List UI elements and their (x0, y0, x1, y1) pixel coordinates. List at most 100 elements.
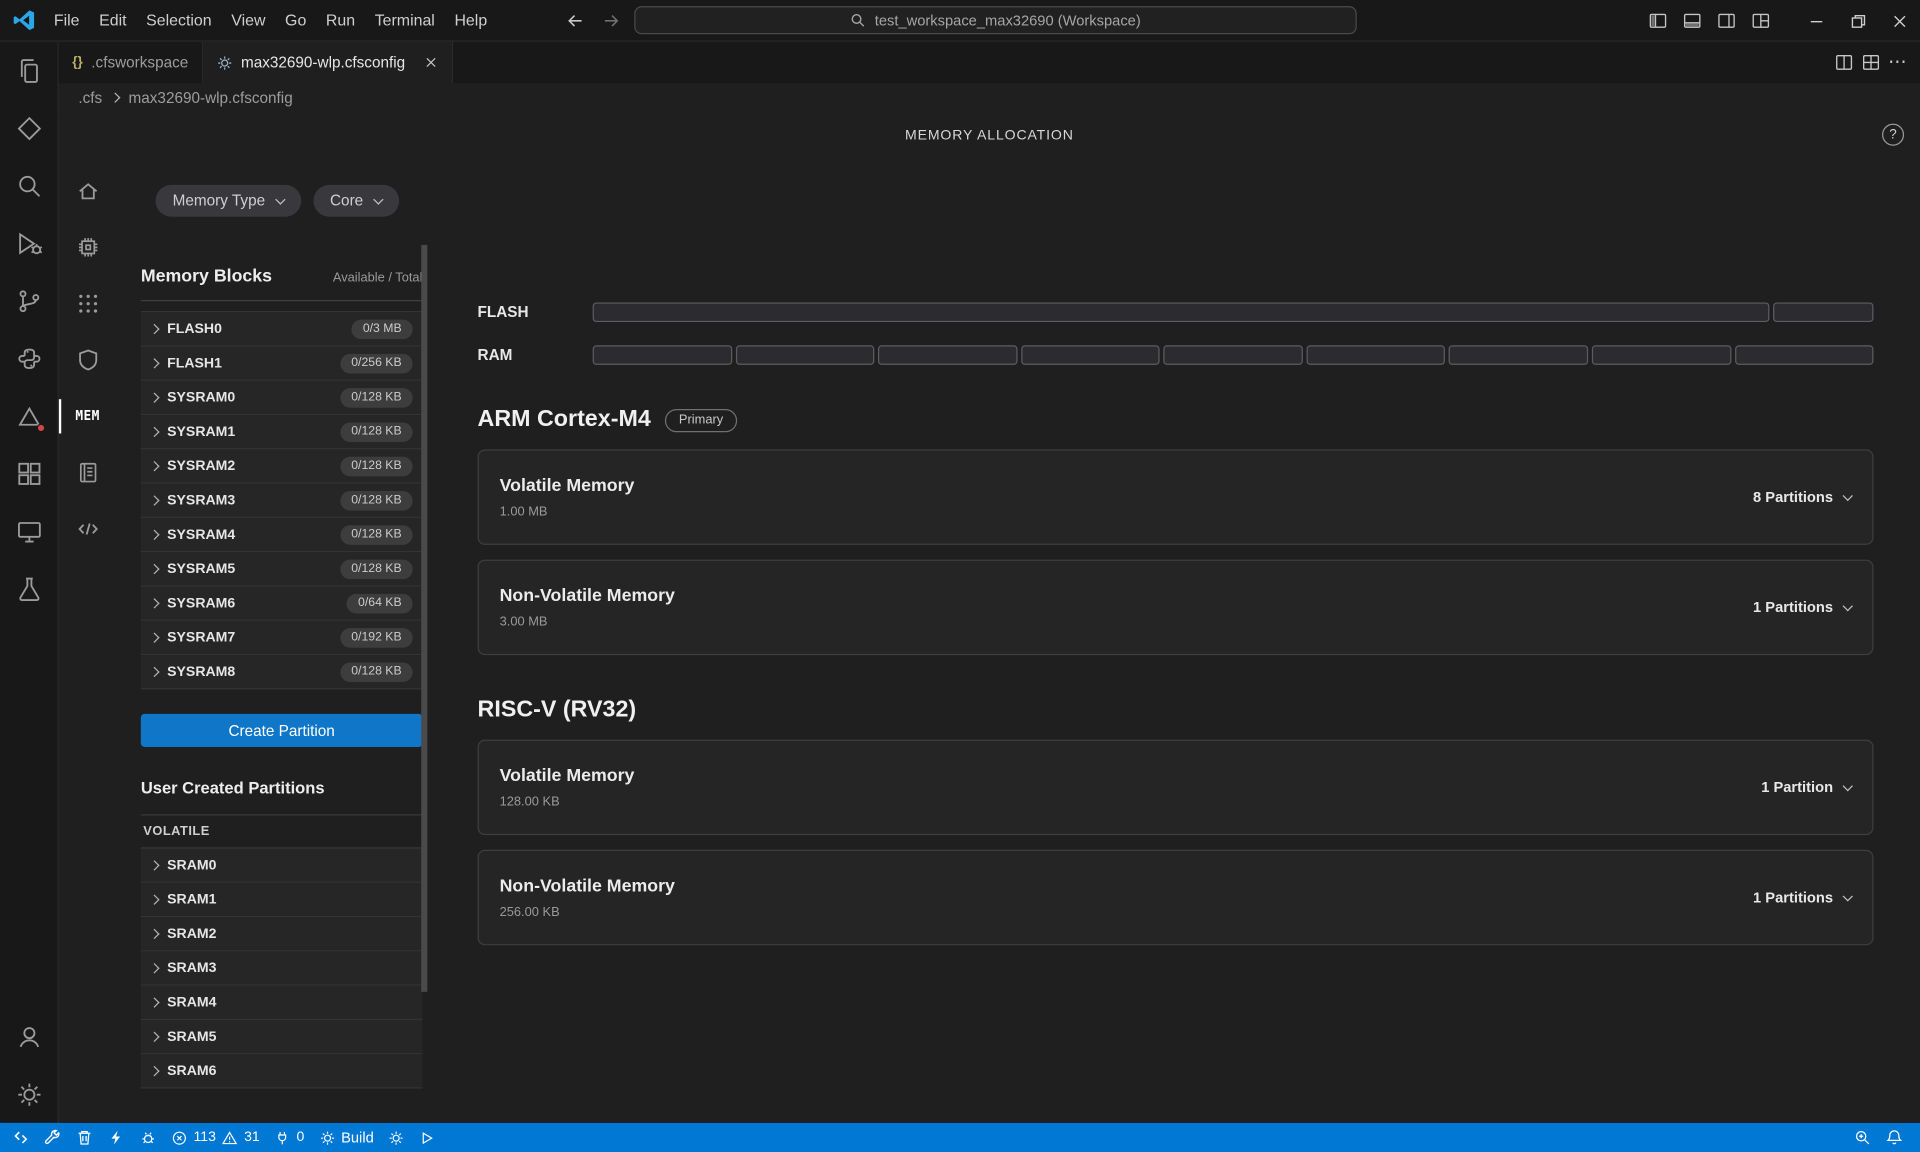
usage-badge: 0/256 KB (340, 353, 412, 373)
diamond-icon[interactable] (0, 99, 58, 157)
ports-indicator[interactable]: 0 (267, 1123, 312, 1152)
extensions-icon[interactable] (0, 444, 58, 502)
table-row[interactable]: SYSRAM20/128 KB (141, 449, 423, 483)
list-item[interactable]: SRAM5 (141, 1020, 423, 1054)
more-actions-icon[interactable]: ⋯ (1888, 56, 1908, 68)
mem-nav-label: MEM (75, 409, 99, 424)
source-control-icon[interactable] (0, 272, 58, 330)
monitor-icon[interactable] (0, 502, 58, 560)
list-item[interactable]: SRAM1 (141, 883, 423, 917)
table-row[interactable]: SYSRAM60/64 KB (141, 587, 423, 621)
build-task-button[interactable]: Build (312, 1123, 381, 1152)
json-braces-icon: {} (72, 55, 82, 70)
command-center-search[interactable]: test_workspace_max32690 (Workspace) (634, 6, 1356, 34)
list-item[interactable]: SRAM0 (141, 849, 423, 883)
table-row[interactable]: SYSRAM10/128 KB (141, 415, 423, 449)
menu-terminal[interactable]: Terminal (365, 7, 445, 34)
chevron-right-icon (149, 997, 159, 1007)
nav-memory-allocation[interactable]: MEM (59, 388, 117, 444)
menu-file[interactable]: File (44, 7, 89, 34)
memory-bar-segment (593, 345, 732, 365)
notifications-bell-icon[interactable] (1878, 1123, 1910, 1152)
breadcrumb-folder[interactable]: .cfs (78, 89, 102, 106)
tab-cfsconfig[interactable]: max32690-wlp.cfsconfig (203, 42, 453, 84)
dots-grid-icon[interactable] (59, 276, 117, 332)
trash-icon[interactable] (69, 1123, 101, 1152)
usage-badge: 0/128 KB (340, 388, 412, 408)
tab-cfsworkspace[interactable]: {} .cfsworkspace (59, 42, 203, 84)
flash-program-icon[interactable] (100, 1123, 132, 1152)
back-icon[interactable] (566, 11, 586, 31)
list-item[interactable]: SRAM3 (141, 951, 423, 985)
table-row[interactable]: SYSRAM50/128 KB (141, 552, 423, 586)
split-editor-icon[interactable] (1834, 53, 1854, 73)
list-item[interactable]: SRAM2 (141, 917, 423, 951)
menu-help[interactable]: Help (445, 7, 497, 34)
memory-chip-icon[interactable] (59, 219, 117, 275)
minimize-button[interactable] (1795, 0, 1837, 42)
settings-gear-icon[interactable] (0, 1065, 58, 1123)
create-partition-button[interactable]: Create Partition (141, 714, 423, 747)
table-row[interactable]: SYSRAM40/128 KB (141, 518, 423, 552)
list-item[interactable]: SRAM6 (141, 1054, 423, 1088)
menu-edit[interactable]: Edit (89, 7, 136, 34)
partitions-dropdown[interactable]: 1 Partition (1761, 779, 1851, 796)
user-partition-list: SRAM0 SRAM1 SRAM2 SRAM3 SRAM4 SRAM5 SRAM… (141, 849, 423, 1089)
run-task-button[interactable] (412, 1123, 443, 1152)
partitions-dropdown[interactable]: 1 Partitions (1753, 599, 1851, 616)
table-row[interactable]: FLASH10/256 KB (141, 347, 423, 381)
scrollbar[interactable] (421, 245, 427, 992)
table-row[interactable]: SYSRAM30/128 KB (141, 484, 423, 518)
memory-type-filter[interactable]: Memory Type (156, 185, 301, 217)
bug-icon[interactable] (132, 1123, 164, 1152)
toggle-primary-sidebar-icon[interactable] (1641, 0, 1675, 42)
shield-icon[interactable] (59, 332, 117, 388)
editor-layout-icon[interactable] (1861, 53, 1881, 73)
tools-wrench-icon[interactable] (37, 1123, 69, 1152)
menu-selection[interactable]: Selection (136, 7, 221, 34)
card-title: Volatile Memory (500, 476, 635, 496)
panel-columns-label: Available / Total (333, 271, 423, 286)
files-icon[interactable] (0, 42, 58, 100)
panel-title: Memory Blocks (141, 267, 272, 287)
python-icon[interactable] (0, 329, 58, 387)
home-icon[interactable] (59, 163, 117, 219)
close-window-button[interactable] (1878, 0, 1920, 42)
close-tab-icon[interactable] (424, 55, 439, 70)
memory-card: Non-Volatile Memory 256.00 KB 1 Partitio… (478, 850, 1874, 946)
config-gear-button[interactable] (381, 1123, 412, 1152)
beaker-icon[interactable] (0, 560, 58, 618)
breadcrumb-file[interactable]: max32690-wlp.cfsconfig (129, 89, 293, 106)
core-filter[interactable]: Core (313, 185, 399, 217)
partitions-count: 8 Partitions (1753, 489, 1833, 506)
search-icon[interactable] (0, 157, 58, 215)
partitions-dropdown[interactable]: 1 Partitions (1753, 889, 1851, 906)
partitions-dropdown[interactable]: 8 Partitions (1753, 489, 1851, 506)
account-icon[interactable] (0, 1008, 58, 1066)
book-icon[interactable] (59, 444, 117, 500)
memory-bar-segment (735, 345, 874, 365)
toggle-secondary-sidebar-icon[interactable] (1709, 0, 1743, 42)
run-debug-icon[interactable] (0, 214, 58, 272)
table-row[interactable]: FLASH00/3 MB (141, 312, 423, 346)
menu-go[interactable]: Go (275, 7, 316, 34)
ram-bar-label: RAM (478, 347, 593, 364)
table-row[interactable]: SYSRAM80/128 KB (141, 655, 423, 689)
table-row[interactable]: SYSRAM70/192 KB (141, 621, 423, 655)
remote-indicator[interactable] (5, 1123, 37, 1152)
menu-view[interactable]: View (221, 7, 275, 34)
customize-layout-icon[interactable] (1744, 0, 1778, 42)
code-icon[interactable] (59, 501, 117, 557)
table-row[interactable]: SYSRAM00/128 KB (141, 381, 423, 415)
chevron-down-icon (1843, 600, 1853, 610)
menu-run[interactable]: Run (316, 7, 365, 34)
help-icon[interactable]: ? (1882, 124, 1904, 146)
problems-indicator[interactable]: 113 31 (164, 1123, 267, 1152)
list-item[interactable]: SRAM4 (141, 986, 423, 1020)
zoom-icon[interactable] (1847, 1123, 1879, 1152)
chevron-right-icon (149, 598, 159, 608)
cfs-extension-icon[interactable] (0, 387, 58, 445)
restore-button[interactable] (1837, 0, 1879, 42)
toggle-panel-icon[interactable] (1675, 0, 1709, 42)
forward-icon[interactable] (601, 11, 621, 31)
